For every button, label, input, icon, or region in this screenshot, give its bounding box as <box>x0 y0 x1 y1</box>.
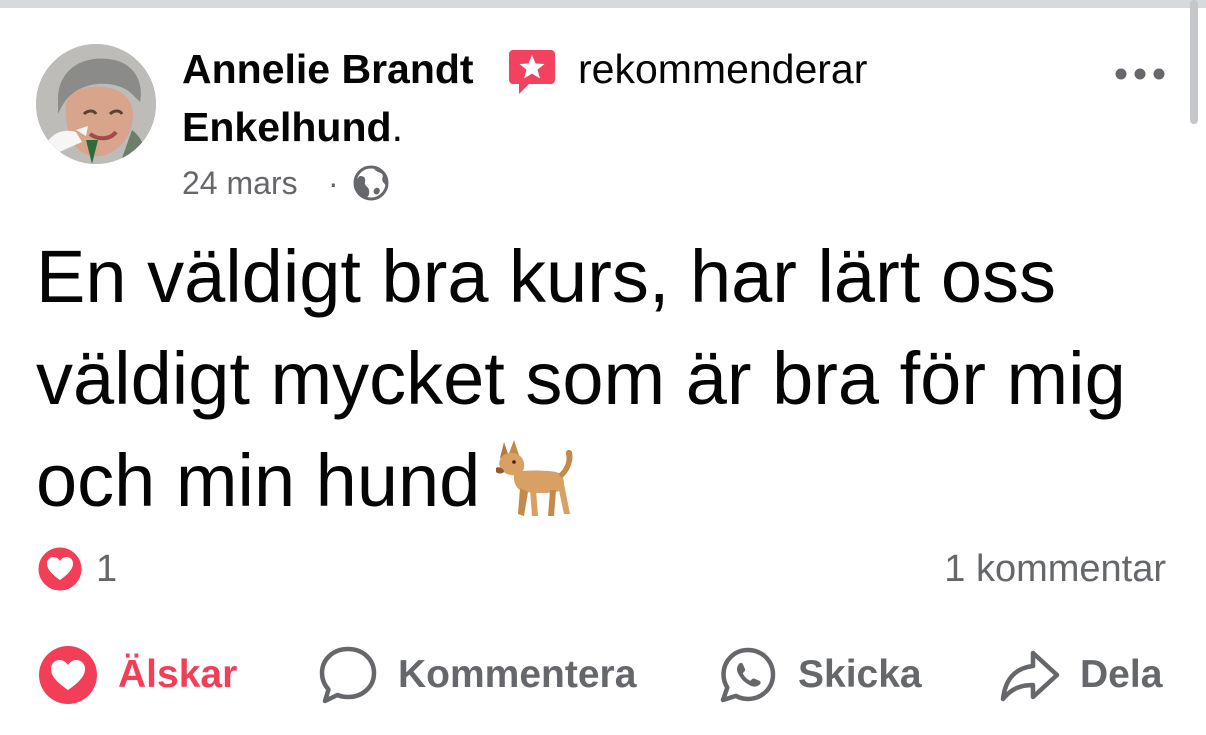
comment-label: Kommentera <box>398 653 637 696</box>
recommend-verb: rekommenderar <box>578 46 868 92</box>
globe-icon <box>352 164 390 202</box>
recommended-page: Enkelhund. <box>182 102 403 152</box>
share-label: Dela <box>1080 653 1163 696</box>
send-button[interactable]: Skicka <box>718 640 922 710</box>
post-text: En väldigt bra kurs, har lärt oss väldig… <box>36 235 1126 522</box>
love-label: Älskar <box>118 653 238 696</box>
comment-count-link[interactable]: 1 kommentar <box>944 546 1166 592</box>
recommended-page-link[interactable]: Enkelhund <box>182 104 392 150</box>
whatsapp-icon <box>720 647 776 703</box>
more-dots-icon <box>1115 68 1165 80</box>
share-button[interactable]: Dela <box>1000 640 1162 710</box>
scrollbar-thumb[interactable] <box>1190 0 1198 124</box>
author-name[interactable]: Annelie Brandt <box>182 44 474 94</box>
recommendation-badge-icon <box>507 46 557 96</box>
comment-bubble-icon <box>319 646 377 704</box>
comment-button[interactable]: Kommentera <box>318 640 636 710</box>
share-arrow-icon <box>1000 650 1060 702</box>
love-button[interactable]: Älskar <box>38 640 237 710</box>
heart-reaction-icon[interactable] <box>36 545 84 593</box>
post-header: Annelie Brandt rekommenderar <box>182 40 1082 100</box>
more-options-button[interactable] <box>1112 56 1168 92</box>
top-divider <box>0 0 1206 8</box>
page-name-period: . <box>391 104 403 150</box>
reaction-count[interactable]: 1 <box>96 546 117 592</box>
author-avatar[interactable] <box>36 44 156 164</box>
meta-separator: · <box>328 165 339 201</box>
heart-icon <box>39 646 97 704</box>
post-body: En väldigt bra kurs, har lärt oss väldig… <box>36 226 1186 532</box>
avatar-image <box>36 44 156 164</box>
dog-emoji <box>494 436 578 520</box>
send-label: Skicka <box>798 653 922 696</box>
post-date[interactable]: 24 mars <box>182 162 298 204</box>
